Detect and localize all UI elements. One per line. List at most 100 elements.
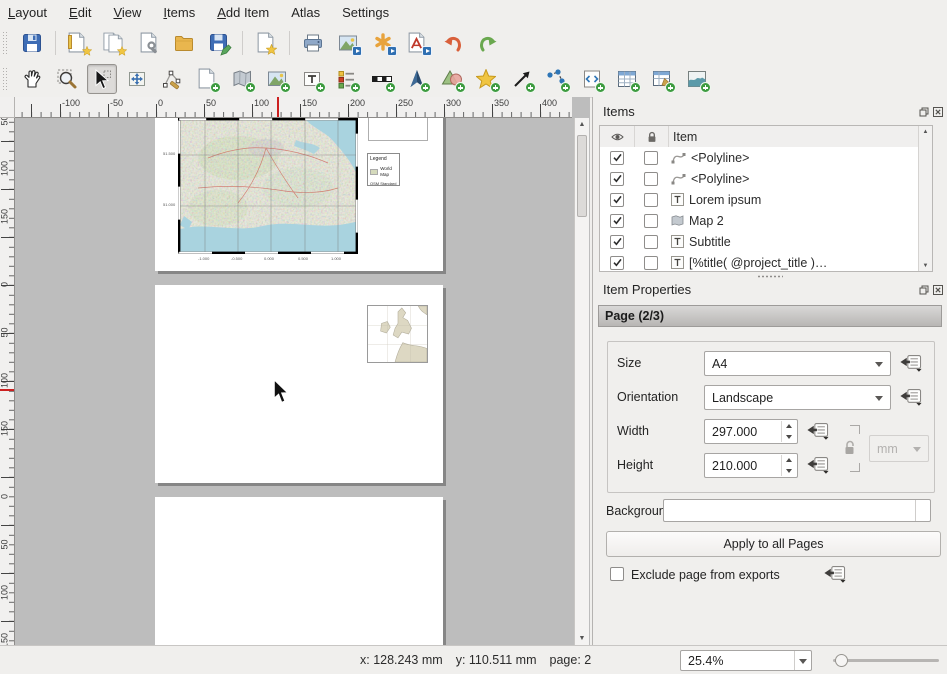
add-shape-button[interactable]	[437, 64, 467, 94]
visibility-checkbox[interactable]	[610, 214, 624, 228]
exclude-page-checkbox[interactable]	[610, 567, 624, 581]
add-map-button[interactable]	[227, 64, 257, 94]
export-as-image-button[interactable]	[333, 28, 363, 58]
layout-page-2[interactable]	[155, 285, 443, 483]
height-override-button[interactable]	[806, 456, 830, 474]
visibility-checkbox[interactable]	[610, 235, 624, 249]
add-picture-button[interactable]	[262, 64, 292, 94]
height-spinbox[interactable]: 210.000	[704, 453, 798, 478]
add-scalebar-button[interactable]	[367, 64, 397, 94]
lock-checkbox[interactable]	[644, 151, 658, 165]
menu-layout[interactable]: Layout	[8, 2, 58, 23]
add-arrow-button[interactable]	[507, 64, 537, 94]
zoom-slider-handle[interactable]	[835, 654, 848, 667]
map-item[interactable]	[178, 118, 358, 254]
add-marker-button[interactable]	[472, 64, 502, 94]
lock-checkbox[interactable]	[644, 214, 658, 228]
save-as-template-button[interactable]	[204, 28, 234, 58]
duplicate-layout-button[interactable]	[99, 28, 129, 58]
select-move-item-tool-button[interactable]	[87, 64, 117, 94]
scroll-up-arrow[interactable]: ▲	[919, 126, 932, 137]
add-label-button[interactable]	[297, 64, 327, 94]
visibility-checkbox[interactable]	[610, 151, 624, 165]
edit-nodes-tool-button[interactable]	[157, 64, 187, 94]
menu-items[interactable]: Items	[152, 2, 206, 23]
lock-checkbox[interactable]	[644, 256, 658, 270]
spin-down-button[interactable]	[782, 432, 796, 443]
new-layout-button[interactable]	[64, 28, 94, 58]
legend-item[interactable]: Legend World Map OSM Standard	[367, 153, 400, 186]
float-panel-button[interactable]	[918, 106, 929, 117]
layout-page-1[interactable]: 51.500 51.000 -1.000 -0.500 0.000 0.500 …	[155, 118, 443, 271]
pan-tool-button[interactable]	[17, 64, 47, 94]
close-panel-button[interactable]	[932, 284, 943, 295]
add-north-arrow-button[interactable]	[402, 64, 432, 94]
spin-up-button[interactable]	[782, 455, 796, 466]
size-select[interactable]: A4	[704, 351, 891, 376]
zoom-level-combobox[interactable]: 25.4%	[680, 650, 812, 671]
panel-splitter[interactable]	[593, 273, 947, 279]
add-items-from-template-button[interactable]	[251, 28, 281, 58]
layout-viewport[interactable]: 51.500 51.000 -1.000 -0.500 0.000 0.500 …	[15, 118, 590, 645]
redo-button[interactable]	[473, 28, 503, 58]
menu-settings[interactable]: Settings	[331, 2, 400, 23]
size-override-button[interactable]	[899, 354, 923, 372]
export-as-pdf-button[interactable]	[403, 28, 433, 58]
items-list-scrollbar[interactable]: ▲ ▼	[918, 126, 932, 271]
add-elevation-profile-button[interactable]	[682, 64, 712, 94]
lock-checkbox[interactable]	[644, 235, 658, 249]
spin-down-button[interactable]	[782, 466, 796, 477]
chevron-down-icon[interactable]	[915, 500, 930, 521]
table-row[interactable]: <Polyline>	[600, 147, 932, 168]
spin-up-button[interactable]	[782, 421, 796, 432]
scroll-down-arrow[interactable]: ▼	[575, 632, 589, 645]
close-panel-button[interactable]	[932, 106, 943, 117]
toolbar-grip[interactable]	[2, 31, 8, 55]
layout-manager-button[interactable]	[134, 28, 164, 58]
background-color-picker[interactable]	[663, 499, 931, 522]
chevron-down-icon[interactable]	[794, 651, 811, 670]
apply-to-all-pages-button[interactable]: Apply to all Pages	[606, 531, 941, 557]
scroll-up-arrow[interactable]: ▲	[575, 118, 589, 131]
table-row[interactable]: Map 2	[600, 210, 932, 231]
toolbar-grip[interactable]	[2, 67, 8, 91]
add-attribute-table-button[interactable]	[612, 64, 642, 94]
canvas-vertical-scrollbar[interactable]: ▲ ▼	[574, 118, 589, 645]
add-node-item-button[interactable]	[542, 64, 572, 94]
layout-page-3[interactable]	[155, 497, 443, 645]
visibility-checkbox[interactable]	[610, 193, 624, 207]
visibility-checkbox[interactable]	[610, 172, 624, 186]
table-row[interactable]: <Polyline>	[600, 168, 932, 189]
add-fixed-table-button[interactable]	[647, 64, 677, 94]
save-project-button[interactable]	[17, 28, 47, 58]
print-layout-button[interactable]	[298, 28, 328, 58]
table-row[interactable]: [%title( @project_title )…	[600, 252, 932, 272]
scrollbar-thumb[interactable]	[577, 135, 587, 217]
export-as-svg-button[interactable]	[368, 28, 398, 58]
table-row[interactable]: Lorem ipsum	[600, 189, 932, 210]
menu-edit[interactable]: Edit	[58, 2, 102, 23]
float-panel-button[interactable]	[918, 284, 929, 295]
zoom-slider[interactable]	[833, 659, 939, 662]
orientation-select[interactable]: Landscape	[704, 385, 891, 410]
undo-button[interactable]	[438, 28, 468, 58]
menu-atlas[interactable]: Atlas	[280, 2, 331, 23]
exclude-override-button[interactable]	[823, 565, 847, 583]
add-legend-button[interactable]	[332, 64, 362, 94]
orientation-override-button[interactable]	[899, 388, 923, 406]
move-item-content-tool-button[interactable]	[122, 64, 152, 94]
add-html-button[interactable]	[577, 64, 607, 94]
overview-map-item[interactable]	[367, 305, 428, 363]
add-page-button[interactable]	[192, 64, 222, 94]
visibility-checkbox[interactable]	[610, 256, 624, 270]
menu-view[interactable]: View	[102, 2, 152, 23]
lock-checkbox[interactable]	[644, 193, 658, 207]
width-spinbox[interactable]: 297.000	[704, 419, 798, 444]
title-label-item[interactable]	[368, 118, 428, 141]
menu-add-item[interactable]: Add Item	[206, 2, 280, 23]
lock-checkbox[interactable]	[644, 172, 658, 186]
load-from-template-button[interactable]	[169, 28, 199, 58]
scroll-down-arrow[interactable]: ▼	[919, 260, 932, 271]
zoom-tool-button[interactable]	[52, 64, 82, 94]
lock-ratio-open-lock-icon[interactable]	[843, 439, 857, 455]
